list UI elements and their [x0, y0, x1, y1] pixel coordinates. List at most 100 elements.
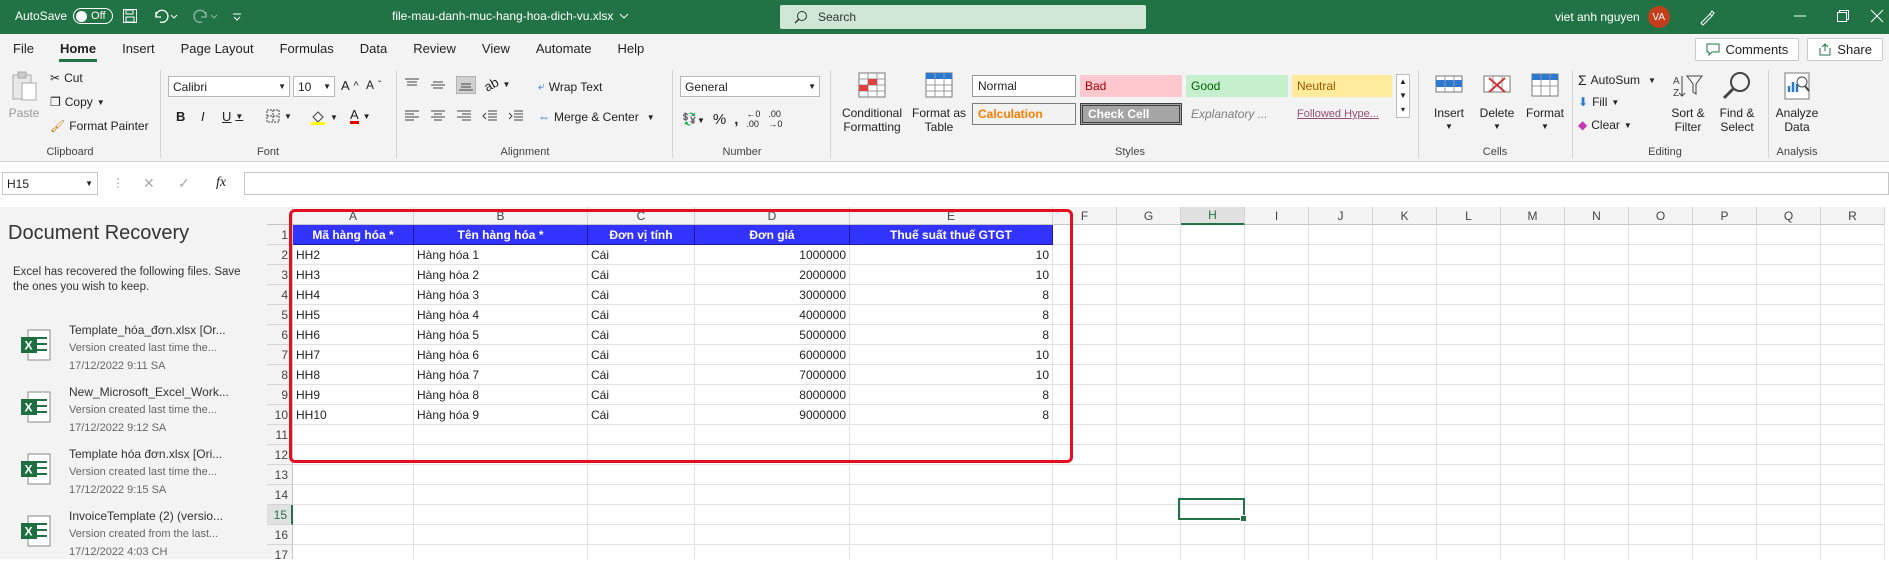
empty-cell[interactable]	[1693, 385, 1757, 405]
empty-cell[interactable]	[1693, 345, 1757, 365]
empty-cell[interactable]	[1053, 345, 1117, 365]
table-cell[interactable]: Hàng hóa 8	[414, 385, 588, 405]
empty-cell[interactable]	[1501, 365, 1565, 385]
empty-cell[interactable]	[1245, 305, 1309, 325]
empty-cell[interactable]	[1437, 505, 1501, 525]
recovery-file[interactable]: X Template hóa đơn.xlsx [Ori... Version …	[20, 447, 260, 507]
empty-cell[interactable]	[293, 505, 414, 525]
empty-cell[interactable]	[1757, 225, 1821, 245]
align-bottom-icon[interactable]	[456, 76, 476, 94]
empty-cell[interactable]	[1821, 225, 1885, 245]
autosum-button[interactable]: Σ AutoSum ▼	[1578, 72, 1656, 88]
empty-cell[interactable]	[1117, 365, 1181, 385]
empty-cell[interactable]	[1821, 425, 1885, 445]
empty-cell[interactable]	[1053, 305, 1117, 325]
table-cell[interactable]: HH10	[293, 405, 414, 425]
bold-icon[interactable]: B	[176, 109, 185, 124]
delete-cells-button[interactable]: Delete ▼	[1474, 70, 1520, 134]
empty-cell[interactable]	[1437, 285, 1501, 305]
table-cell[interactable]: Hàng hóa 5	[414, 325, 588, 345]
empty-cell[interactable]	[1437, 445, 1501, 465]
empty-cell[interactable]	[1693, 265, 1757, 285]
save-icon[interactable]	[122, 8, 138, 24]
empty-cell[interactable]	[293, 545, 414, 559]
row-header-4[interactable]: 4	[267, 285, 293, 305]
column-header-d[interactable]: D	[695, 207, 850, 225]
empty-cell[interactable]	[1501, 445, 1565, 465]
empty-cell[interactable]	[1437, 265, 1501, 285]
empty-cell[interactable]	[1181, 385, 1245, 405]
row-header-13[interactable]: 13	[267, 465, 293, 485]
sort-filter-button[interactable]: AZ Sort & Filter	[1664, 70, 1712, 134]
empty-cell[interactable]	[1693, 425, 1757, 445]
empty-cell[interactable]	[1373, 525, 1437, 545]
pen-icon[interactable]	[1698, 8, 1716, 26]
empty-cell[interactable]	[1245, 445, 1309, 465]
empty-cell[interactable]	[1821, 265, 1885, 285]
empty-cell[interactable]	[1117, 385, 1181, 405]
table-cell[interactable]: 10	[850, 265, 1053, 285]
empty-cell[interactable]	[1181, 425, 1245, 445]
empty-cell[interactable]	[1053, 425, 1117, 445]
empty-cell[interactable]	[1565, 505, 1629, 525]
empty-cell[interactable]	[1117, 465, 1181, 485]
empty-cell[interactable]	[1373, 505, 1437, 525]
decrease-decimal-icon[interactable]: .00 →0	[768, 109, 782, 129]
empty-cell[interactable]	[1373, 225, 1437, 245]
restore-icon[interactable]	[1836, 9, 1850, 23]
empty-cell[interactable]	[1117, 345, 1181, 365]
empty-cell[interactable]	[850, 445, 1053, 465]
empty-cell[interactable]	[1181, 225, 1245, 245]
empty-cell[interactable]	[850, 425, 1053, 445]
empty-cell[interactable]	[1309, 225, 1373, 245]
align-middle-icon[interactable]	[430, 78, 446, 92]
formula-input[interactable]	[244, 172, 1889, 195]
empty-cell[interactable]	[1437, 465, 1501, 485]
empty-cell[interactable]	[1309, 285, 1373, 305]
empty-cell[interactable]	[1373, 285, 1437, 305]
empty-cell[interactable]	[1629, 325, 1693, 345]
empty-cell[interactable]	[1309, 345, 1373, 365]
empty-cell[interactable]	[1053, 405, 1117, 425]
empty-cell[interactable]	[1309, 465, 1373, 485]
empty-cell[interactable]	[1309, 445, 1373, 465]
percent-icon[interactable]: %	[713, 111, 726, 128]
empty-cell[interactable]	[850, 465, 1053, 485]
empty-cell[interactable]	[1757, 425, 1821, 445]
table-cell[interactable]: Hàng hóa 6	[414, 345, 588, 365]
empty-cell[interactable]	[1053, 225, 1117, 245]
empty-cell[interactable]	[1117, 545, 1181, 559]
align-left-icon[interactable]	[404, 109, 420, 123]
empty-cell[interactable]	[1565, 465, 1629, 485]
empty-cell[interactable]	[1693, 225, 1757, 245]
empty-cell[interactable]	[1693, 285, 1757, 305]
borders-icon[interactable]: ▼	[266, 109, 292, 123]
empty-cell[interactable]	[1245, 525, 1309, 545]
empty-cell[interactable]	[414, 425, 588, 445]
insert-function-icon[interactable]: fx	[216, 175, 226, 191]
empty-cell[interactable]	[588, 425, 695, 445]
empty-cell[interactable]	[588, 545, 695, 559]
style-bad[interactable]: Bad	[1080, 75, 1182, 97]
empty-cell[interactable]	[1629, 525, 1693, 545]
font-color-icon[interactable]: A ▼	[350, 108, 371, 124]
empty-cell[interactable]	[1501, 225, 1565, 245]
row-header-5[interactable]: 5	[267, 305, 293, 325]
table-cell[interactable]: HH6	[293, 325, 414, 345]
empty-cell[interactable]	[1245, 465, 1309, 485]
empty-cell[interactable]	[1309, 265, 1373, 285]
empty-cell[interactable]	[1437, 385, 1501, 405]
empty-cell[interactable]	[1501, 405, 1565, 425]
table-cell[interactable]: Cái	[588, 325, 695, 345]
row-header-10[interactable]: 10	[267, 405, 293, 425]
empty-cell[interactable]	[850, 505, 1053, 525]
row-header-1[interactable]: 1	[267, 225, 293, 245]
empty-cell[interactable]	[588, 525, 695, 545]
empty-cell[interactable]	[1565, 485, 1629, 505]
empty-cell[interactable]	[1565, 285, 1629, 305]
tab-home[interactable]: Home	[47, 34, 109, 64]
column-header-l[interactable]: L	[1437, 207, 1501, 225]
empty-cell[interactable]	[1117, 285, 1181, 305]
empty-cell[interactable]	[1693, 545, 1757, 559]
empty-cell[interactable]	[1053, 285, 1117, 305]
